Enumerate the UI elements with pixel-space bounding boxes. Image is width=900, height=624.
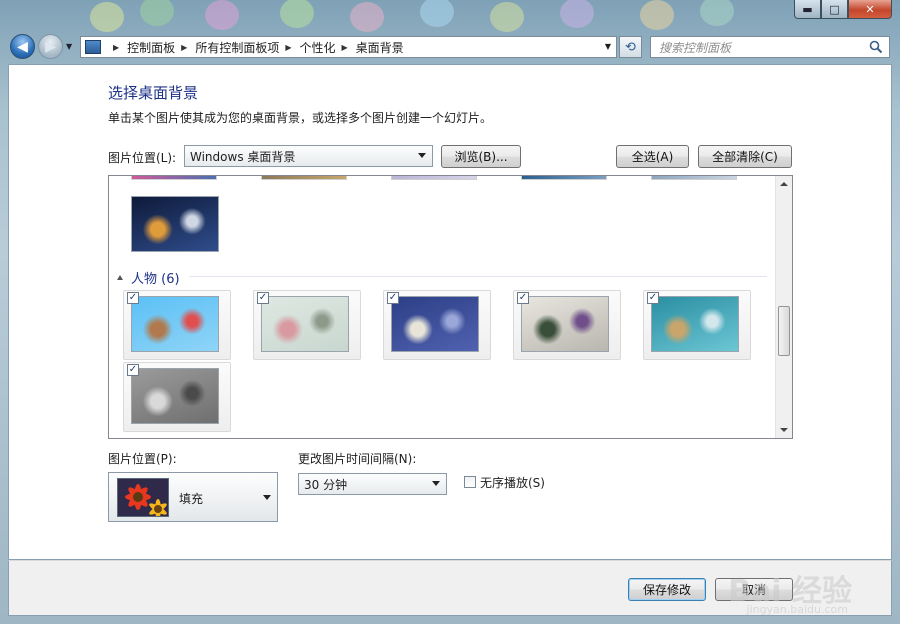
partial-thumbnail[interactable] xyxy=(521,176,607,180)
breadcrumb-separator-icon[interactable]: ▶ xyxy=(113,43,119,52)
group-title: 人物 (6) xyxy=(131,272,180,287)
wallpaper-tile[interactable] xyxy=(123,190,231,260)
wallpaper-tile[interactable]: ✓ xyxy=(643,290,751,360)
select-all-button[interactable]: 全选(A) xyxy=(616,145,689,168)
interval-label: 更改图片时间间隔(N): xyxy=(298,452,417,466)
glass-title-area xyxy=(0,0,900,34)
partial-thumbnail[interactable] xyxy=(651,176,737,180)
minimize-icon[interactable]: ▬ xyxy=(794,0,821,19)
breadcrumb-separator-icon[interactable]: ▶ xyxy=(342,43,348,52)
search-icon[interactable] xyxy=(869,40,883,54)
scroll-thumb[interactable] xyxy=(778,306,790,356)
picture-location-select[interactable]: Windows 桌面背景 xyxy=(184,145,433,167)
picture-list[interactable]: 人物 (6) ✓ ✓ ✓ ✓ ✓ ✓ xyxy=(108,175,793,439)
address-dropdown-icon[interactable]: ▼ xyxy=(605,42,611,51)
back-button[interactable]: ◀ xyxy=(10,34,35,59)
breadcrumb-control-panel[interactable]: 控制面板 xyxy=(127,39,175,56)
scroll-down-icon[interactable] xyxy=(780,428,788,432)
breadcrumb-desktop-background[interactable]: 桌面背景 xyxy=(356,39,404,56)
clear-all-button[interactable]: 全部清除(C) xyxy=(698,145,792,168)
chevron-down-icon xyxy=(263,495,271,500)
tile-checkbox[interactable]: ✓ xyxy=(257,292,269,304)
partial-thumbnail[interactable] xyxy=(261,176,347,180)
minimize-glyph: ▬ xyxy=(802,2,813,16)
chevron-down-icon xyxy=(418,153,426,158)
group-header[interactable]: 人物 (6) xyxy=(117,268,180,287)
wallpaper-thumbnail-image xyxy=(131,196,219,252)
tile-checkbox[interactable]: ✓ xyxy=(647,292,659,304)
close-glyph: ✕ xyxy=(865,2,875,16)
navigation-bar: ◀ ▶ ▼ ▶ 控制面板 ▶ 所有控制面板项 ▶ 个性化 ▶ 桌面背景 ▼ ⟲ … xyxy=(0,32,900,60)
tile-checkbox[interactable]: ✓ xyxy=(127,292,139,304)
refresh-icon: ⟲ xyxy=(625,39,636,55)
collapse-triangle-icon[interactable] xyxy=(117,275,123,280)
interval-select[interactable]: 30 分钟 xyxy=(298,473,447,495)
maximize-icon[interactable]: □ xyxy=(821,0,848,19)
tile-checkbox[interactable]: ✓ xyxy=(127,364,139,376)
tile-checkbox[interactable]: ✓ xyxy=(387,292,399,304)
flower-preview-image xyxy=(117,478,169,517)
page-title: 选择桌面背景 xyxy=(108,84,199,102)
address-bar[interactable]: ▶ 控制面板 ▶ 所有控制面板项 ▶ 个性化 ▶ 桌面背景 ▼ xyxy=(80,36,617,58)
browse-button[interactable]: 浏览(B)... xyxy=(441,145,521,168)
page-subtitle: 单击某个图片使其成为您的桌面背景，或选择多个图片创建一个幻灯片。 xyxy=(108,111,493,125)
wallpaper-tile[interactable]: ✓ xyxy=(123,362,231,432)
wallpaper-thumbnail-image xyxy=(391,296,479,352)
picture-location-label: 图片位置(L): xyxy=(108,151,177,165)
back-arrow-icon: ◀ xyxy=(17,38,28,55)
recent-pages-dropdown-icon[interactable]: ▼ xyxy=(66,42,72,51)
chevron-down-icon xyxy=(432,481,440,486)
breadcrumb-all-items[interactable]: 所有控制面板项 xyxy=(195,39,279,56)
shuffle-checkbox[interactable] xyxy=(464,476,476,488)
wallpaper-tile[interactable]: ✓ xyxy=(383,290,491,360)
baidu-watermark-url: jingyan.baidu.com xyxy=(746,603,848,616)
picture-position-value: 填充 xyxy=(179,492,204,506)
breadcrumb-separator-icon[interactable]: ▶ xyxy=(285,43,291,52)
search-input[interactable]: 搜索控制面板 xyxy=(650,36,890,58)
window-frame: ▬ □ ✕ ◀ ▶ ▼ ▶ 控制面板 ▶ 所有控制面板项 ▶ 个性化 ▶ 桌面背… xyxy=(0,0,900,624)
close-icon[interactable]: ✕ xyxy=(848,0,892,19)
breadcrumb-separator-icon[interactable]: ▶ xyxy=(181,43,187,52)
scroll-up-icon[interactable] xyxy=(780,182,788,186)
wallpaper-thumbnail-image xyxy=(651,296,739,352)
tile-checkbox[interactable]: ✓ xyxy=(517,292,529,304)
picture-location-value: Windows 桌面背景 xyxy=(190,149,296,164)
wallpaper-thumbnail-image xyxy=(131,368,219,424)
shuffle-label[interactable]: 无序播放(S) xyxy=(480,474,545,491)
forward-arrow-icon: ▶ xyxy=(45,38,56,55)
refresh-button[interactable]: ⟲ xyxy=(619,36,642,58)
vertical-scrollbar[interactable] xyxy=(775,176,792,438)
wallpaper-thumbnail-image xyxy=(261,296,349,352)
save-button[interactable]: 保存修改 xyxy=(628,578,706,601)
maximize-glyph: □ xyxy=(829,2,840,16)
breadcrumb-personalization[interactable]: 个性化 xyxy=(300,39,336,56)
picture-position-label: 图片位置(P): xyxy=(108,452,177,466)
picture-position-select[interactable]: 填充 xyxy=(108,472,278,522)
wallpaper-tile[interactable]: ✓ xyxy=(253,290,361,360)
window-controls: ▬ □ ✕ xyxy=(794,0,892,19)
wallpaper-thumbnail-image xyxy=(131,296,219,352)
wallpaper-tile[interactable]: ✓ xyxy=(123,290,231,360)
group-divider xyxy=(189,276,767,277)
wallpaper-tile[interactable]: ✓ xyxy=(513,290,621,360)
interval-value: 30 分钟 xyxy=(304,477,348,492)
search-placeholder: 搜索控制面板 xyxy=(659,40,732,55)
flower-preview-graphic xyxy=(118,479,168,516)
forward-button[interactable]: ▶ xyxy=(38,34,63,59)
main-content-panel: 选择桌面背景 单击某个图片使其成为您的桌面背景，或选择多个图片创建一个幻灯片。 … xyxy=(8,64,892,560)
partial-thumbnail[interactable] xyxy=(391,176,477,180)
wallpaper-thumbnail-image xyxy=(521,296,609,352)
control-panel-icon xyxy=(85,40,101,54)
partial-thumbnail[interactable] xyxy=(131,176,217,180)
